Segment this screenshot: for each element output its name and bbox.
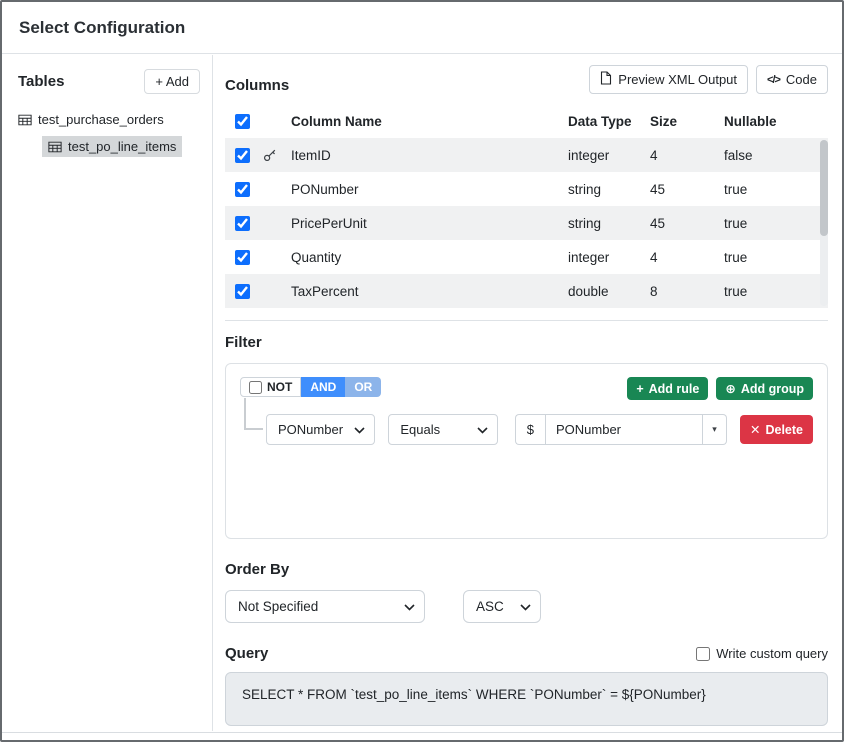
tree-item-label: test_po_line_items bbox=[68, 139, 176, 154]
size-cell: 4 bbox=[650, 250, 724, 265]
chevron-down-icon bbox=[520, 599, 531, 614]
nullable-cell: true bbox=[724, 284, 812, 299]
columns-table: Column Name Data Type Size Nullable Item… bbox=[225, 104, 828, 308]
row-checkbox[interactable] bbox=[235, 284, 250, 299]
variable-prefix-button[interactable]: $ bbox=[515, 414, 545, 445]
or-condition-button[interactable]: OR bbox=[345, 377, 381, 397]
plus-circle-icon: ⊕ bbox=[725, 381, 735, 396]
data-type-cell: double bbox=[568, 284, 650, 299]
row-checkbox[interactable] bbox=[235, 250, 250, 265]
table-scrollbar[interactable] bbox=[820, 140, 828, 306]
section-divider bbox=[225, 320, 828, 321]
chevron-down-icon bbox=[404, 599, 415, 614]
add-table-button[interactable]: + Add bbox=[144, 69, 200, 94]
data-type-cell: integer bbox=[568, 148, 650, 163]
header-nullable: Nullable bbox=[724, 114, 812, 129]
file-icon bbox=[600, 71, 612, 88]
columns-heading: Columns bbox=[225, 77, 289, 94]
nullable-cell: true bbox=[724, 182, 812, 197]
select-all-checkbox[interactable] bbox=[235, 114, 250, 129]
table-icon bbox=[18, 113, 32, 127]
write-custom-query-toggle[interactable]: Write custom query bbox=[696, 646, 828, 661]
data-type-cell: integer bbox=[568, 250, 650, 265]
rule-connector bbox=[244, 398, 263, 430]
tree-item-test-purchase-orders[interactable]: test_purchase_orders bbox=[18, 112, 200, 127]
preview-xml-output-button[interactable]: Preview XML Output bbox=[589, 65, 748, 94]
filter-rule-row: PONumber Equals $ PONumber bbox=[266, 414, 813, 445]
row-checkbox[interactable] bbox=[235, 182, 250, 197]
chevron-down-icon bbox=[477, 422, 488, 437]
nullable-cell: true bbox=[724, 250, 812, 265]
query-builder-group: NOT AND OR + Add rule ⊕ Add group bbox=[225, 363, 828, 539]
rule-field-select[interactable]: PONumber bbox=[266, 414, 375, 445]
tables-panel: Tables + Add test_purchase_orders test_p… bbox=[2, 55, 213, 731]
table-row: PONumber string 45 true bbox=[225, 172, 828, 206]
code-icon: </> bbox=[767, 74, 780, 86]
code-button[interactable]: </> Code bbox=[756, 65, 828, 94]
table-icon bbox=[48, 140, 62, 154]
and-condition-button[interactable]: AND bbox=[301, 377, 345, 397]
tree-item-test-po-line-items[interactable]: test_po_line_items bbox=[42, 136, 182, 157]
add-group-button[interactable]: ⊕ Add group bbox=[716, 377, 813, 400]
column-name-cell: Quantity bbox=[291, 250, 568, 265]
primary-key-icon bbox=[263, 148, 291, 162]
x-icon: ✕ bbox=[750, 422, 760, 437]
header-column-name: Column Name bbox=[291, 114, 568, 129]
column-name-cell: ItemID bbox=[291, 148, 568, 163]
select-configuration-dialog: Select Configuration Tables + Add test_p… bbox=[0, 0, 844, 742]
column-name-cell: PricePerUnit bbox=[291, 216, 568, 231]
data-type-cell: string bbox=[568, 216, 650, 231]
add-rule-button[interactable]: + Add rule bbox=[627, 377, 708, 400]
not-checkbox[interactable] bbox=[249, 381, 262, 394]
filter-heading: Filter bbox=[225, 334, 828, 351]
size-cell: 4 bbox=[650, 148, 724, 163]
order-direction-select[interactable]: ASC bbox=[463, 590, 541, 623]
size-cell: 45 bbox=[650, 216, 724, 231]
table-row: TaxPercent double 8 true bbox=[225, 274, 828, 308]
rule-operator-select[interactable]: Equals bbox=[388, 414, 497, 445]
column-name-cell: PONumber bbox=[291, 182, 568, 197]
row-checkbox[interactable] bbox=[235, 216, 250, 231]
query-heading: Query bbox=[225, 645, 268, 662]
size-cell: 8 bbox=[650, 284, 724, 299]
configuration-panel: Columns Preview XML Output </> Code bbox=[213, 55, 842, 731]
order-by-field-select[interactable]: Not Specified bbox=[225, 590, 425, 623]
table-row: Quantity integer 4 true bbox=[225, 240, 828, 274]
rule-value-group: $ PONumber ▾ bbox=[515, 414, 727, 445]
footer-divider bbox=[2, 732, 842, 733]
tables-heading: Tables bbox=[18, 73, 64, 90]
chevron-down-icon bbox=[354, 422, 365, 437]
columns-table-header: Column Name Data Type Size Nullable bbox=[225, 104, 828, 138]
plus-icon: + bbox=[636, 382, 643, 396]
columns-table-body: ItemID integer 4 false PONumber string 4… bbox=[225, 138, 828, 308]
table-row: ItemID integer 4 false bbox=[225, 138, 828, 172]
column-name-cell: TaxPercent bbox=[291, 284, 568, 299]
row-checkbox[interactable] bbox=[235, 148, 250, 163]
data-type-cell: string bbox=[568, 182, 650, 197]
scrollbar-thumb[interactable] bbox=[820, 140, 828, 236]
dialog-header: Select Configuration bbox=[2, 2, 842, 54]
query-text-area[interactable]: SELECT * FROM `test_po_line_items` WHERE… bbox=[225, 672, 828, 726]
size-cell: 45 bbox=[650, 182, 724, 197]
nullable-cell: false bbox=[724, 148, 812, 163]
tree-item-label: test_purchase_orders bbox=[38, 112, 164, 127]
value-dropdown-toggle[interactable]: ▾ bbox=[703, 414, 727, 445]
write-custom-query-checkbox[interactable] bbox=[696, 647, 710, 661]
page-title: Select Configuration bbox=[19, 18, 185, 38]
header-data-type: Data Type bbox=[568, 114, 650, 129]
nullable-cell: true bbox=[724, 216, 812, 231]
order-by-heading: Order By bbox=[225, 561, 828, 578]
not-toggle[interactable]: NOT bbox=[240, 377, 301, 397]
header-size: Size bbox=[650, 114, 724, 129]
rule-value-input[interactable]: PONumber bbox=[545, 414, 703, 445]
tables-tree: test_purchase_orders test_po_line_items bbox=[18, 112, 200, 157]
delete-rule-button[interactable]: ✕ Delete bbox=[740, 415, 813, 444]
table-row: PricePerUnit string 45 true bbox=[225, 206, 828, 240]
